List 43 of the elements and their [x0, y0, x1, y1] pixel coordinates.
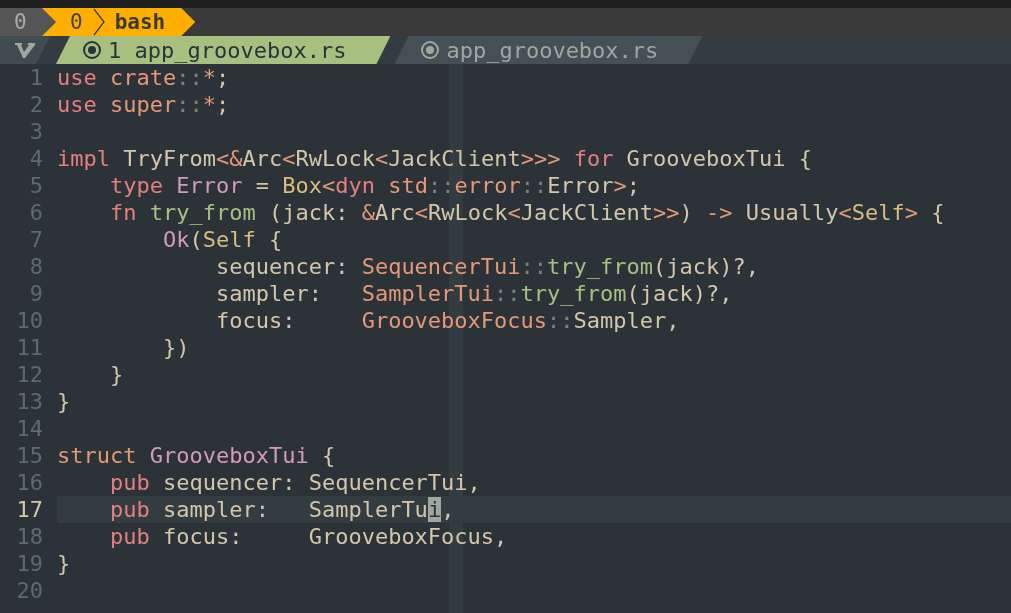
code-line: sequencer: SequencerTui::try_from(jack)?,	[214, 253, 761, 280]
code-line: })	[161, 334, 191, 361]
code-line: focus: GrooveboxFocus::Sampler,	[214, 307, 681, 334]
code-line: pub focus: GrooveboxFocus,	[108, 523, 509, 550]
code-line: }	[57, 550, 72, 577]
circle-dot-icon	[82, 40, 102, 60]
code-line: use crate::*;	[57, 64, 231, 91]
buffer-tab[interactable]: app_groovebox.rs	[394, 36, 703, 64]
line-number: 7	[28, 227, 43, 252]
code-line: pub sequencer: SequencerTui,	[108, 469, 482, 496]
code-line: fn try_from (jack: &Arc<RwLock<JackClient>>) -> Usually<Self> {	[108, 199, 946, 226]
line-number: 6	[28, 200, 43, 225]
line-number: 8	[28, 254, 43, 279]
line-number: 5	[28, 173, 43, 198]
tmux-window-tab[interactable]: 0 bash	[42, 8, 196, 36]
line-number: 18	[15, 524, 43, 549]
chevron-icon	[92, 8, 105, 36]
code-line: use super::*;	[57, 91, 231, 118]
line-number: 12	[15, 362, 43, 387]
line-number: 11	[15, 335, 43, 360]
line-number: 16	[15, 470, 43, 495]
line-number: 15	[15, 443, 43, 468]
line-number: 20	[15, 578, 43, 603]
line-number: 17	[15, 497, 43, 522]
line-number: 13	[15, 389, 43, 414]
line-number: 9	[28, 281, 43, 306]
code-line: }	[108, 361, 125, 388]
line-number: 14	[15, 416, 43, 441]
buffer-tab[interactable]: 1 app_groovebox.rs	[56, 36, 391, 64]
vim-logo	[0, 36, 50, 64]
code-line: struct GrooveboxTui {	[57, 442, 337, 469]
line-number: 2	[28, 92, 43, 117]
line-number: 10	[15, 308, 43, 333]
line-number: 3	[28, 119, 43, 144]
code-line: impl TryFrom<&Arc<RwLock<JackClient>>> for GrooveboxTui {	[57, 145, 814, 172]
code-line: }	[57, 388, 72, 415]
code-line: sampler: SamplerTui::try_from(jack)?,	[214, 280, 734, 307]
line-number: 19	[15, 551, 43, 576]
code-line: type Error = Box<dyn std::error::Error>;	[108, 172, 641, 199]
code-line: Ok(Self {	[161, 226, 284, 253]
line-number: 1	[28, 65, 43, 90]
line-number: 4	[28, 146, 43, 171]
circle-dot-icon	[420, 40, 441, 60]
